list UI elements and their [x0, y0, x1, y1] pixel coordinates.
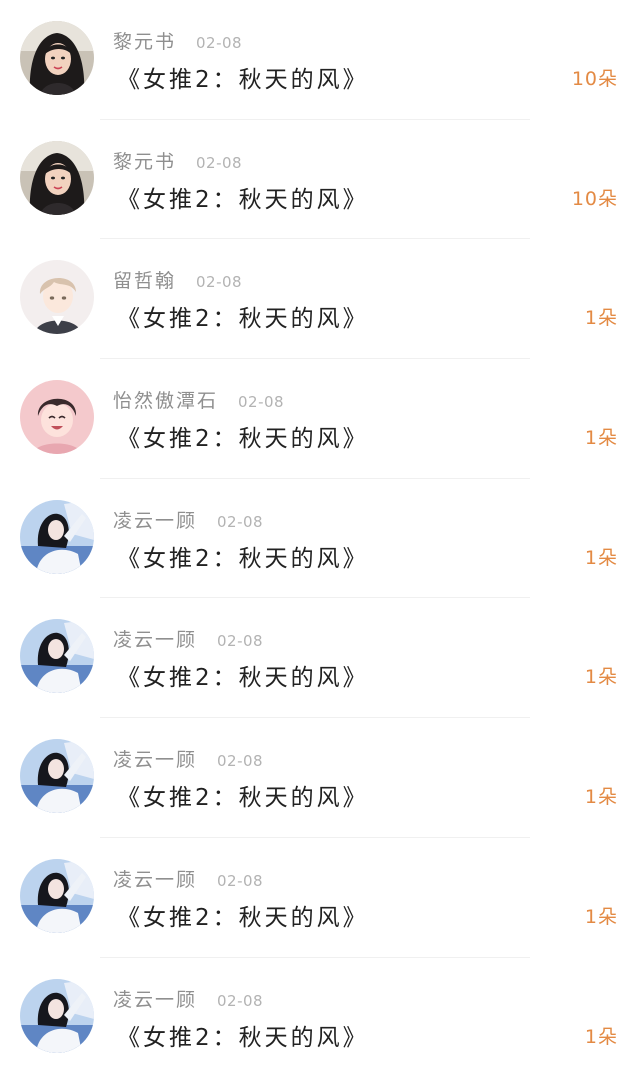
girl-dark-hair-photo-icon [20, 21, 94, 95]
item-meta: 凌云一顾 02-08 [113, 625, 263, 651]
user-name[interactable]: 凌云一顾 [113, 625, 197, 652]
gift-date: 02-08 [217, 512, 264, 531]
list-item[interactable]: 凌云一顾 02-08 《女推2：秋天的风》 1朵 [0, 958, 640, 1077]
avatar[interactable] [20, 739, 94, 814]
user-name[interactable]: 凌云一顾 [113, 985, 197, 1012]
item-meta: 凌云一顾 02-08 [113, 985, 263, 1011]
gift-count: 10朵 [571, 187, 618, 210]
girl-blue-white-photo-icon [20, 619, 94, 694]
book-title: 《女推2：秋天的风》 [117, 1024, 369, 1051]
user-name[interactable]: 凌云一顾 [113, 745, 197, 772]
anime-boy-light-hair-icon [20, 260, 94, 335]
gift-date: 02-08 [238, 393, 285, 412]
gift-count: 1朵 [584, 905, 618, 928]
girl-dark-hair-photo-icon [20, 140, 94, 215]
girl-blue-white-photo-icon [20, 858, 94, 933]
gift-date: 02-08 [217, 991, 264, 1010]
list-item[interactable]: 凌云一顾 02-08 《女推2：秋天的风》 1朵 [0, 838, 640, 958]
gift-count: 1朵 [584, 427, 618, 450]
item-meta: 怡然傲潭石 02-08 [113, 386, 284, 412]
gift-count: 1朵 [584, 786, 618, 809]
item-meta: 凌云一顾 02-08 [113, 745, 263, 771]
list-item[interactable]: 怡然傲潭石 02-08 《女推2：秋天的风》 1朵 [0, 359, 640, 479]
gift-date: 02-08 [196, 273, 243, 292]
book-title: 《女推2：秋天的风》 [117, 665, 369, 692]
list-item[interactable]: 黎元书 02-08 《女推2：秋天的风》 10朵 [0, 0, 640, 120]
gift-date: 02-08 [217, 632, 264, 651]
avatar[interactable] [20, 21, 94, 95]
book-title: 《女推2：秋天的风》 [117, 426, 369, 453]
anime-boy-pink-icon [20, 380, 94, 455]
list-item[interactable]: 黎元书 02-08 《女推2：秋天的风》 10朵 [0, 120, 640, 240]
avatar[interactable] [20, 380, 94, 455]
item-meta: 凌云一顾 02-08 [113, 506, 263, 532]
list-item[interactable]: 留哲翰 02-08 《女推2：秋天的风》 1朵 [0, 239, 640, 359]
gift-count: 10朵 [571, 68, 618, 90]
user-name[interactable]: 黎元书 [113, 147, 176, 174]
girl-blue-white-photo-icon [20, 739, 94, 814]
item-meta: 黎元书 02-08 [113, 27, 242, 53]
avatar[interactable] [20, 499, 94, 574]
gift-count: 1朵 [584, 1025, 618, 1048]
list-item[interactable]: 凌云一顾 02-08 《女推2：秋天的风》 1朵 [0, 718, 640, 838]
user-name[interactable]: 凌云一顾 [113, 506, 197, 533]
girl-blue-white-photo-icon [20, 499, 94, 574]
book-title: 《女推2：秋天的风》 [117, 306, 369, 333]
gift-count: 1朵 [584, 666, 618, 689]
book-title: 《女推2：秋天的风》 [117, 67, 369, 93]
book-title: 《女推2：秋天的风》 [117, 785, 369, 812]
list-item[interactable]: 凌云一顾 02-08 《女推2：秋天的风》 1朵 [0, 479, 640, 599]
avatar[interactable] [20, 858, 94, 933]
book-title: 《女推2：秋天的风》 [117, 904, 369, 931]
gift-count: 1朵 [584, 546, 618, 569]
avatar[interactable] [20, 619, 94, 694]
gift-date: 02-08 [196, 153, 243, 172]
item-meta: 凌云一顾 02-08 [113, 865, 263, 891]
book-title: 《女推2：秋天的风》 [117, 545, 369, 572]
avatar[interactable] [20, 260, 94, 335]
gift-date: 02-08 [196, 34, 243, 52]
user-name[interactable]: 凌云一顾 [113, 865, 197, 892]
gift-record-list: 黎元书 02-08 《女推2：秋天的风》 10朵 黎元书 02-08 《女推2：秋天的风》… [0, 0, 640, 1077]
item-meta: 黎元书 02-08 [113, 147, 242, 173]
gift-date: 02-08 [217, 871, 264, 890]
gift-count: 1朵 [584, 307, 618, 330]
list-item[interactable]: 凌云一顾 02-08 《女推2：秋天的风》 1朵 [0, 598, 640, 718]
user-name[interactable]: 留哲翰 [113, 266, 176, 293]
book-title: 《女推2：秋天的风》 [117, 186, 369, 213]
user-name[interactable]: 怡然傲潭石 [113, 386, 218, 413]
item-meta: 留哲翰 02-08 [113, 266, 242, 292]
user-name[interactable]: 黎元书 [113, 27, 176, 54]
avatar[interactable] [20, 140, 94, 215]
avatar[interactable] [20, 978, 94, 1053]
gift-date: 02-08 [217, 752, 264, 771]
girl-blue-white-photo-icon [20, 978, 94, 1053]
